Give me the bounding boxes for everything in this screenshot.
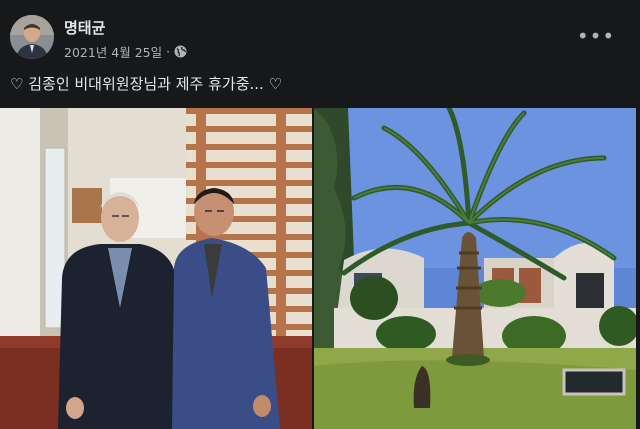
profile-avatar[interactable]: [10, 15, 54, 59]
author-name[interactable]: 명태균: [64, 17, 105, 38]
post-meta: 2021년 4월 25일 ·: [64, 42, 187, 61]
more-options-icon: •••: [576, 24, 616, 48]
post-date[interactable]: 2021년 4월 25일: [64, 42, 162, 61]
post-header: 명태균 2021년 4월 25일 · •••: [0, 0, 640, 70]
post-caption: ♡ 김종인 비대위원장님과 제주 휴가중... ♡: [10, 75, 283, 93]
palm-tree-house-photo[interactable]: [314, 108, 636, 429]
globe-icon: [174, 45, 187, 58]
meta-separator: ·: [166, 44, 171, 59]
two-men-indoor-photo[interactable]: [0, 108, 312, 429]
more-options-button[interactable]: •••: [577, 22, 614, 50]
